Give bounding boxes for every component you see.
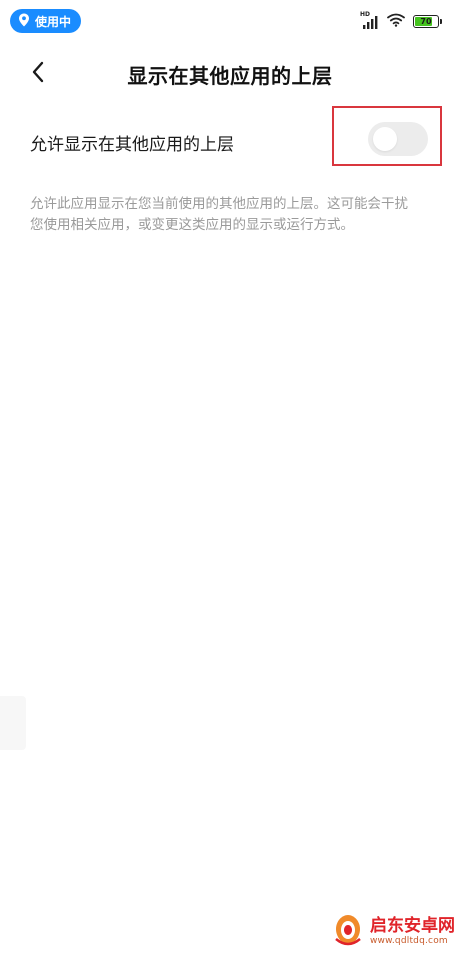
- battery-icon: 70: [413, 15, 442, 28]
- network-type-label: HD: [360, 10, 371, 18]
- location-in-use-pill[interactable]: 使用中: [10, 9, 82, 33]
- location-pill-label: 使用中: [35, 14, 72, 29]
- page-title: 显示在其他应用的上层: [127, 64, 333, 88]
- screen: 使用中 HD 70 显示在其他应用的上层 允许显示在其他应用的上层 允许此应用显…: [0, 0, 460, 958]
- wifi-icon: [387, 12, 405, 31]
- setting-description: 允许此应用显示在您当前使用的其他应用的上层。这可能会干扰您使用相关应用，或变更这…: [30, 196, 408, 233]
- watermark: 启东安卓网 www.qdltdq.com: [330, 912, 455, 952]
- display-over-apps-toggle[interactable]: [368, 122, 428, 156]
- status-bar: 使用中 HD 70: [0, 0, 460, 44]
- status-icons: HD 70: [360, 11, 442, 31]
- toggle-knob: [373, 127, 397, 151]
- location-pin-icon: [18, 13, 30, 30]
- watermark-brand: 启东安卓网: [370, 916, 455, 936]
- setting-row-display-over-apps[interactable]: 允许显示在其他应用的上层: [0, 106, 460, 170]
- battery-level: 70: [420, 16, 432, 26]
- watermark-logo-icon: [330, 912, 366, 952]
- header: 显示在其他应用的上层: [0, 44, 460, 104]
- battery-body: 70: [413, 15, 439, 28]
- setting-label: 允许显示在其他应用的上层: [30, 135, 234, 155]
- battery-tip: [440, 19, 442, 24]
- watermark-text: 启东安卓网 www.qdltdq.com: [370, 918, 455, 946]
- signal-icon: HD: [360, 11, 379, 29]
- side-handle[interactable]: [0, 696, 26, 750]
- watermark-url: www.qdltdq.com: [370, 936, 448, 946]
